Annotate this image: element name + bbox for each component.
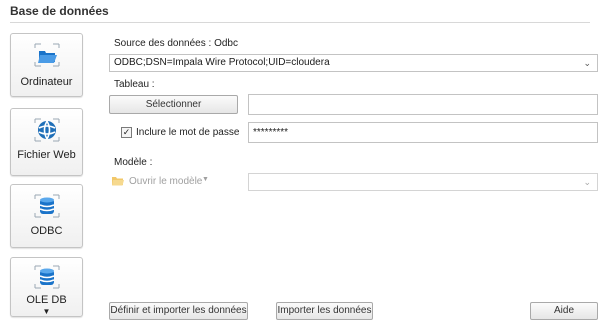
dropdown-arrow-icon: ▼ bbox=[202, 176, 209, 183]
help-button[interactable]: Aide bbox=[530, 302, 598, 320]
chevron-down-icon: ⌄ bbox=[583, 58, 591, 68]
model-select[interactable]: ⌄ bbox=[248, 173, 598, 191]
database-icon bbox=[34, 194, 60, 218]
chevron-down-icon: ⌄ bbox=[583, 177, 591, 187]
open-model-label: Ouvrir le modèle bbox=[129, 176, 203, 187]
dropdown-arrow-icon: ▼ bbox=[42, 307, 51, 316]
source-button-ole-db[interactable]: OLE DB ▼ bbox=[10, 257, 83, 317]
section-title: Base de données bbox=[10, 4, 109, 18]
table-input[interactable] bbox=[248, 94, 598, 115]
source-button-odbc[interactable]: ODBC bbox=[10, 184, 83, 248]
section-divider bbox=[10, 22, 590, 23]
source-label-odbc: ODBC bbox=[30, 225, 63, 237]
source-button-fichier-web[interactable]: Fichier Web bbox=[10, 108, 83, 176]
model-label: Modèle : bbox=[114, 157, 153, 168]
database-icon bbox=[34, 265, 60, 289]
select-button[interactable]: Sélectionner bbox=[109, 95, 238, 114]
source-button-ordinateur[interactable]: Ordinateur bbox=[10, 33, 83, 97]
password-checkbox-label: Inclure le mot de passe bbox=[136, 127, 240, 138]
source-value: ODBC;DSN=Impala Wire Protocol;UID=cloude… bbox=[114, 57, 330, 68]
source-label: Source des données : Odbc bbox=[114, 38, 238, 49]
source-select[interactable]: ODBC;DSN=Impala Wire Protocol;UID=cloude… bbox=[109, 54, 598, 72]
table-label: Tableau : bbox=[114, 79, 155, 90]
folder-icon bbox=[34, 43, 60, 67]
password-checkbox[interactable]: ✓ bbox=[121, 127, 132, 138]
source-label-fichier-web: Fichier Web bbox=[17, 149, 76, 161]
password-field[interactable]: ********* bbox=[248, 122, 598, 143]
source-label-ordinateur: Ordinateur bbox=[20, 76, 73, 88]
import-button[interactable]: Importer les données bbox=[276, 302, 373, 320]
folder-icon bbox=[112, 177, 124, 186]
open-model-button[interactable]: Ouvrir le modèle ▼ bbox=[111, 175, 245, 189]
web-icon bbox=[34, 118, 60, 142]
define-import-button[interactable]: Définir et importer les données bbox=[109, 302, 248, 320]
